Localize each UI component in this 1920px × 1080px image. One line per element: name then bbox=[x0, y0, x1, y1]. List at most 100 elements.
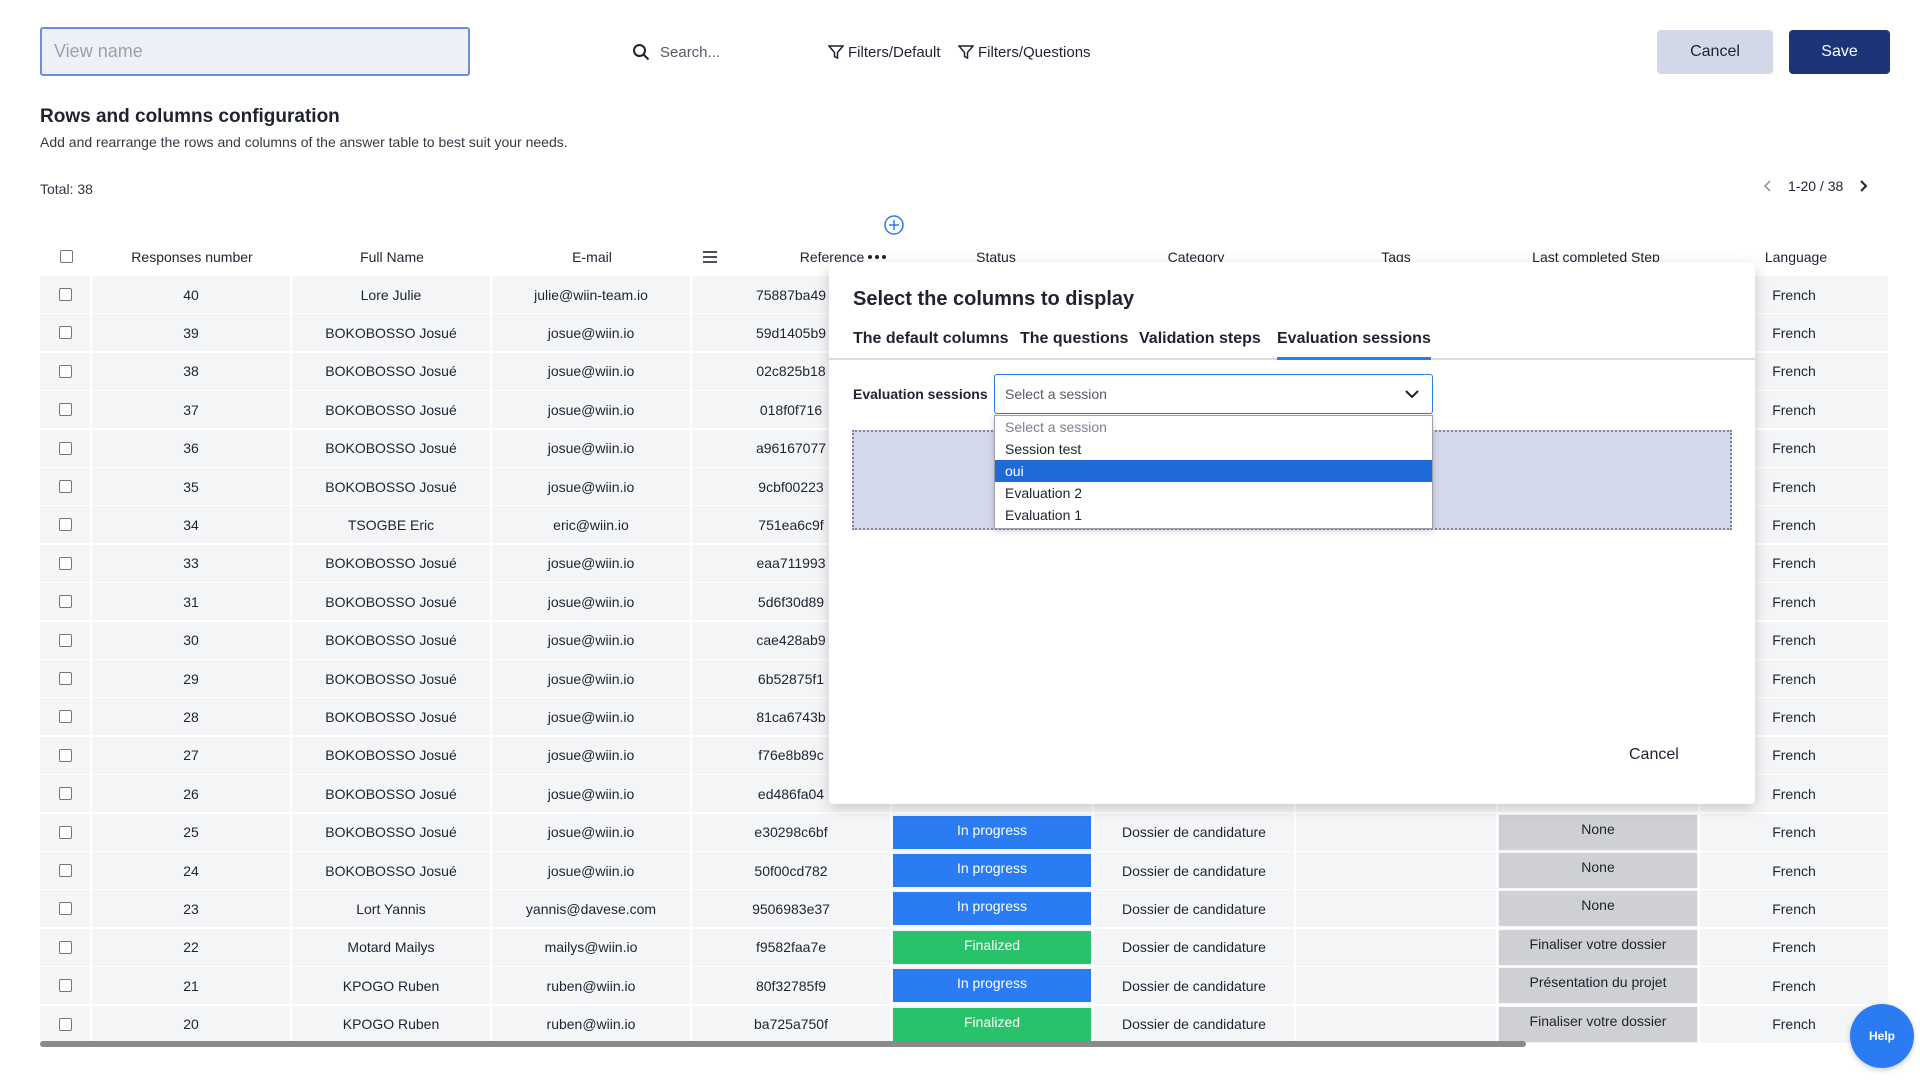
tab-validation-steps[interactable]: Validation steps bbox=[1139, 330, 1261, 360]
row-checkbox[interactable] bbox=[58, 518, 72, 532]
session-select-label: Evaluation sessions bbox=[853, 386, 988, 402]
table-row[interactable]: 24 BOKOBOSSO Josué josue@wiin.io 50f00cd782… bbox=[40, 852, 1890, 889]
row-checkbox[interactable] bbox=[58, 864, 72, 877]
header-responses-number[interactable]: Responses number bbox=[92, 238, 292, 275]
row-checkbox[interactable] bbox=[58, 940, 72, 954]
filter-default-button[interactable]: Filters/Default bbox=[828, 40, 941, 64]
cell-responses-number: 26 bbox=[92, 775, 292, 813]
pagination: 1-20 / 38 bbox=[1762, 178, 1869, 194]
add-column-icon[interactable] bbox=[884, 215, 904, 235]
cell-checkbox[interactable] bbox=[40, 660, 92, 697]
session-option[interactable]: Session test bbox=[995, 438, 1432, 460]
modal-cancel-button[interactable]: Cancel bbox=[1629, 746, 1679, 764]
row-checkbox[interactable] bbox=[58, 902, 72, 916]
cell-responses-number: 39 bbox=[92, 314, 292, 352]
cell-checkbox[interactable] bbox=[40, 736, 92, 774]
session-option[interactable]: Evaluation 2 bbox=[995, 482, 1432, 504]
row-checkbox[interactable] bbox=[58, 288, 72, 301]
table-row[interactable]: 23 Lort Yannis yannis@davese.com 9506983e37… bbox=[40, 890, 1890, 928]
row-checkbox[interactable] bbox=[58, 787, 72, 801]
cell-full-name: Lort Yannis bbox=[292, 890, 492, 928]
cell-checkbox[interactable] bbox=[40, 775, 92, 813]
horizontal-scrollbar[interactable] bbox=[40, 1041, 1526, 1047]
row-checkbox[interactable] bbox=[58, 403, 72, 417]
cell-email: josue@wiin.io bbox=[492, 314, 692, 352]
row-checkbox[interactable] bbox=[58, 979, 72, 993]
cell-checkbox[interactable] bbox=[40, 1005, 92, 1043]
search[interactable]: Search... bbox=[632, 40, 720, 64]
row-checkbox[interactable] bbox=[58, 633, 72, 647]
row-checkbox[interactable] bbox=[58, 748, 72, 762]
cell-language: French bbox=[1700, 852, 1890, 889]
cell-reference: 9506983e37 bbox=[692, 890, 892, 928]
tab-default-columns[interactable]: The default columns bbox=[853, 330, 1009, 360]
cancel-button[interactable]: Cancel bbox=[1657, 30, 1773, 74]
cell-checkbox[interactable] bbox=[40, 429, 92, 467]
row-checkbox[interactable] bbox=[58, 480, 72, 493]
cell-checkbox[interactable] bbox=[40, 967, 92, 1005]
modal-tabs: The default columns The questions Valida… bbox=[829, 330, 1755, 360]
session-option[interactable]: Evaluation 1 bbox=[995, 504, 1432, 526]
table-row[interactable]: 21 KPOGO Ruben ruben@wiin.io 80f32785f9 In p… bbox=[40, 967, 1890, 1005]
help-button[interactable]: Help bbox=[1850, 1004, 1914, 1068]
row-checkbox[interactable] bbox=[58, 825, 72, 839]
header-select-all[interactable] bbox=[40, 238, 92, 275]
column-menu-icon[interactable] bbox=[697, 238, 723, 275]
cell-checkbox[interactable] bbox=[40, 391, 92, 429]
chevron-right-icon[interactable] bbox=[1857, 179, 1869, 193]
row-checkbox[interactable] bbox=[58, 326, 72, 340]
cell-full-name: BOKOBOSSO Josué bbox=[292, 314, 492, 352]
tab-evaluation-sessions[interactable]: Evaluation sessions bbox=[1277, 330, 1431, 360]
cell-checkbox[interactable] bbox=[40, 544, 92, 582]
table-row[interactable]: 22 Motard Mailys mailys@wiin.io f9582faa7e F… bbox=[40, 928, 1890, 966]
chevron-left-icon[interactable] bbox=[1762, 179, 1774, 193]
filter-questions-button[interactable]: Filters/Questions bbox=[958, 40, 1091, 64]
table-row[interactable]: 25 BOKOBOSSO Josué josue@wiin.io e30298c6bf… bbox=[40, 813, 1890, 851]
cell-last-step: Finaliser votre dossier bbox=[1498, 1005, 1700, 1043]
save-button[interactable]: Save bbox=[1789, 30, 1890, 74]
cell-reference: f9582faa7e bbox=[692, 928, 892, 966]
row-checkbox[interactable] bbox=[58, 441, 72, 455]
session-option[interactable]: Select a session bbox=[995, 416, 1432, 438]
total-count: Total: 38 bbox=[40, 181, 93, 197]
cell-email: josue@wiin.io bbox=[492, 352, 692, 390]
cell-full-name: Lore Julie bbox=[292, 276, 492, 313]
cell-status: In progress bbox=[892, 890, 1094, 928]
cell-checkbox[interactable] bbox=[40, 813, 92, 851]
row-checkbox[interactable] bbox=[58, 556, 72, 570]
header-full-name[interactable]: Full Name bbox=[292, 238, 492, 275]
tab-questions[interactable]: The questions bbox=[1020, 330, 1128, 360]
cell-checkbox[interactable] bbox=[40, 352, 92, 390]
cell-category: Dossier de candidature bbox=[1094, 852, 1296, 889]
status-badge: In progress bbox=[893, 892, 1091, 926]
cell-checkbox[interactable] bbox=[40, 852, 92, 889]
cell-checkbox[interactable] bbox=[40, 698, 92, 736]
table-row[interactable]: 20 KPOGO Ruben ruben@wiin.io ba725a750f Fina… bbox=[40, 1005, 1890, 1043]
row-checkbox[interactable] bbox=[58, 672, 72, 685]
session-select[interactable]: Select a session bbox=[994, 374, 1433, 414]
session-option[interactable]: oui bbox=[995, 460, 1432, 482]
view-name-input[interactable] bbox=[40, 27, 470, 76]
cell-checkbox[interactable] bbox=[40, 276, 92, 313]
cell-language: French bbox=[1700, 928, 1890, 966]
column-selector-modal: Select the columns to display The defaul… bbox=[829, 262, 1755, 804]
row-checkbox[interactable] bbox=[58, 595, 72, 609]
cell-checkbox[interactable] bbox=[40, 928, 92, 966]
cell-responses-number: 23 bbox=[92, 890, 292, 928]
cell-status: In progress bbox=[892, 967, 1094, 1005]
header-email[interactable]: E-mail bbox=[492, 238, 692, 275]
cell-checkbox[interactable] bbox=[40, 506, 92, 544]
cell-checkbox[interactable] bbox=[40, 314, 92, 352]
row-checkbox[interactable] bbox=[58, 364, 72, 378]
cell-checkbox[interactable] bbox=[40, 621, 92, 659]
cell-checkbox[interactable] bbox=[40, 583, 92, 621]
row-checkbox[interactable] bbox=[58, 1017, 72, 1031]
search-placeholder[interactable]: Search... bbox=[660, 44, 720, 61]
cell-responses-number: 28 bbox=[92, 698, 292, 736]
select-all-checkbox[interactable] bbox=[59, 250, 73, 263]
cell-email: josue@wiin.io bbox=[492, 813, 692, 851]
cell-email: josue@wiin.io bbox=[492, 852, 692, 889]
cell-checkbox[interactable] bbox=[40, 468, 92, 505]
cell-checkbox[interactable] bbox=[40, 890, 92, 928]
row-checkbox[interactable] bbox=[58, 710, 72, 724]
